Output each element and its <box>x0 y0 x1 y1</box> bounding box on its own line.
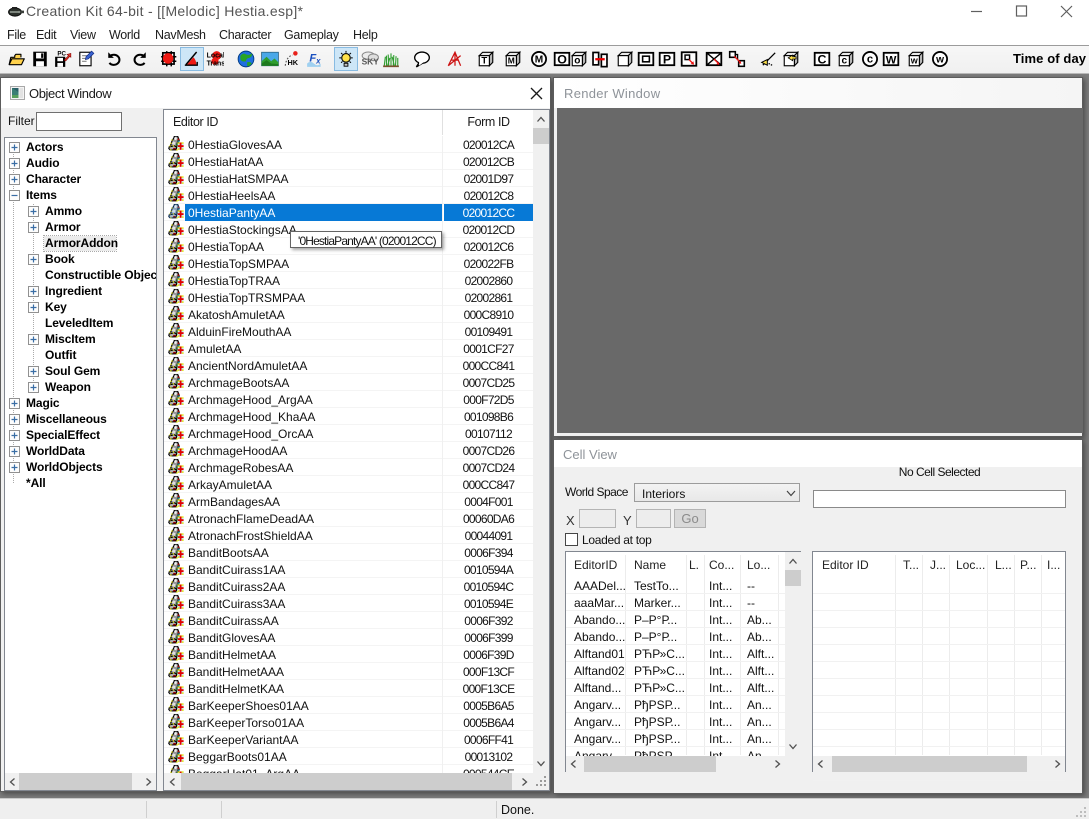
svg-text:Trans: Trans <box>207 61 224 68</box>
svg-text:O: O <box>557 52 567 66</box>
svg-text:M: M <box>508 56 515 66</box>
svg-text:c: c <box>867 53 873 65</box>
svg-text:P: P <box>663 52 671 66</box>
svg-text:x: x <box>315 57 321 66</box>
svg-text:C: C <box>818 52 827 66</box>
svg-text:w: w <box>910 56 919 66</box>
svg-text:W: W <box>886 54 897 66</box>
svg-text:M: M <box>535 54 543 65</box>
svg-text:Local: Local <box>207 52 224 59</box>
svg-text:SKY: SKY <box>362 57 379 67</box>
svg-text:T: T <box>481 56 487 67</box>
svg-text:PC: PC <box>57 51 66 58</box>
svg-text:HK: HK <box>288 58 299 67</box>
svg-text:w: w <box>935 54 944 65</box>
svg-text:c: c <box>842 56 848 67</box>
svg-text:o: o <box>574 56 580 67</box>
